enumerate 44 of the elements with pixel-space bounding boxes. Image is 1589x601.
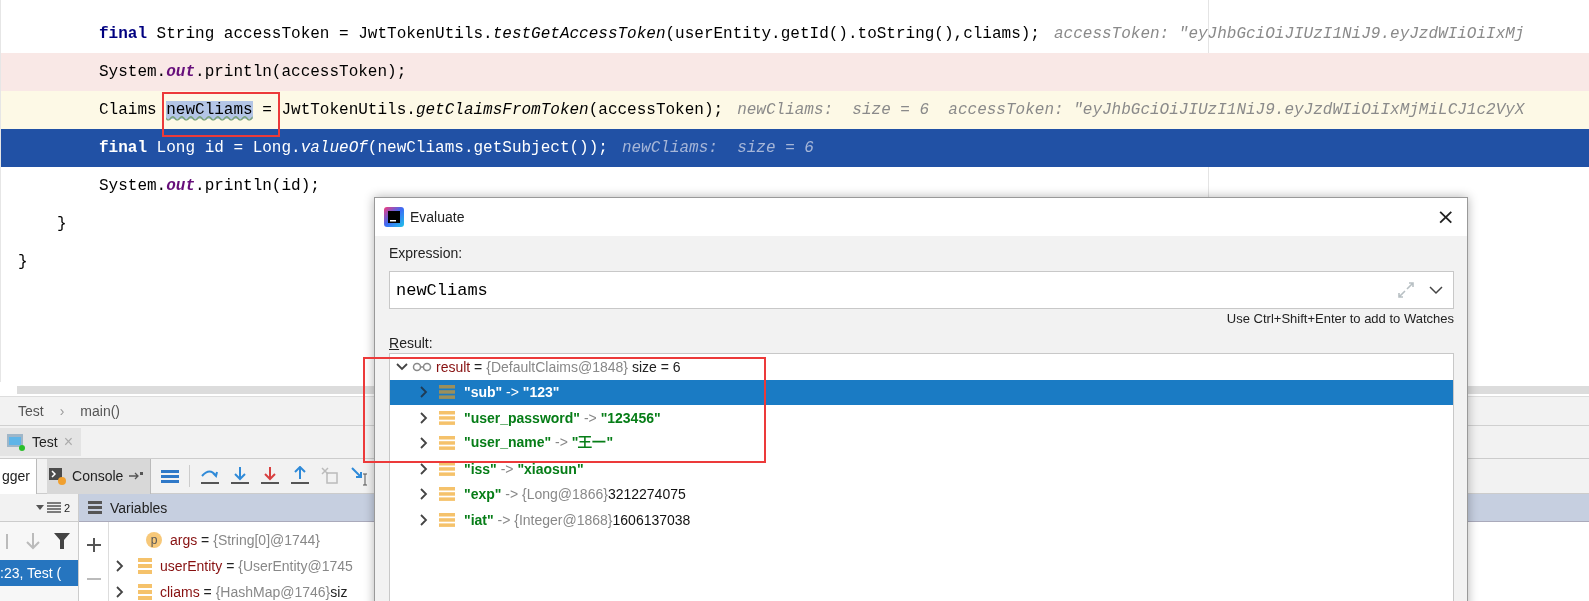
field-label: Expression: bbox=[389, 245, 464, 261]
code-line: Claims newCliams = JwtTokenUtils.getClaimsFromToken(accessToken); bbox=[99, 101, 724, 119]
code-line: System.out.println(accessToken); bbox=[99, 63, 407, 81]
tree-item-label: "exp" -> {Long@1866}3212274075 bbox=[464, 486, 686, 503]
variable-label: userEntity = {UserEntity@1745 bbox=[160, 558, 353, 574]
tree-row[interactable]: "user_name" -> "王一" bbox=[390, 430, 1453, 456]
variable-label: args = {String[0]@1744} bbox=[170, 532, 321, 548]
tree-row[interactable]: "user_password" -> "123456" bbox=[390, 405, 1453, 431]
result-label: Result: bbox=[389, 335, 434, 351]
tree-item-label: "user_name" -> "王一" bbox=[464, 434, 614, 453]
parameter-badge: p bbox=[146, 532, 162, 548]
code-line: System.out.println(id); bbox=[99, 177, 320, 195]
code-line: final Long id = Long.valueOf(newCliams.getSubject()); bbox=[99, 139, 608, 157]
inline-value-hint: newCliams: size = 6 accessToken: "eyJhbGciOiJIUzI1NiJ9.eyJzdWIiOiIxMjMiLCJ1c2VyX bbox=[737, 101, 1525, 119]
thread-count: 2 bbox=[63, 501, 70, 514]
code-line: final String accessToken = JwtTokenUtils.testGetAccessToken(userEntity.getId().toString(),cliams); bbox=[99, 25, 1040, 43]
inline-value-hint: newCliams: size = 6 bbox=[621, 139, 814, 157]
panel-title: Variables bbox=[110, 499, 168, 516]
debug-tab[interactable]: Console bbox=[47, 458, 152, 494]
expression-field[interactable]: newCliams bbox=[389, 271, 1454, 309]
close-button[interactable]: × bbox=[1432, 206, 1459, 228]
variable-label: cliams = {HashMap@1746}siz bbox=[160, 584, 348, 600]
tree-item-label: "user_password" -> "123456" bbox=[464, 409, 661, 426]
run-tab[interactable]: Test × bbox=[0, 428, 82, 456]
dialog-title: Evaluate bbox=[410, 209, 465, 225]
tree-item-label: "sub" -> "123" bbox=[464, 384, 560, 401]
tree-item-label: "iat" -> {Integer@1868}1606137038 bbox=[464, 511, 691, 528]
tree-row[interactable]: "sub" -> "123" bbox=[390, 379, 1453, 405]
code-line: } bbox=[18, 253, 28, 271]
shortcut-hint: Use Ctrl+Shift+Enter to add to Watches bbox=[1225, 311, 1454, 326]
breadcrumb-separator: › bbox=[59, 403, 65, 419]
tree-item-label: "iss" -> "xiaosun" bbox=[464, 460, 584, 477]
stack-frame[interactable]: :23, Test ( bbox=[0, 560, 78, 586]
breadcrumb-item[interactable]: main() bbox=[80, 403, 121, 419]
debug-tab[interactable]: gger bbox=[0, 458, 38, 494]
inline-value-hint: accessToken: "eyJhbGciOiJIUzI1NiJ9.eyJzdWIiOiIxMj bbox=[1053, 25, 1525, 43]
breadcrumb-item[interactable]: Test bbox=[18, 403, 44, 419]
code-line: } bbox=[57, 215, 67, 233]
tree-row[interactable]: "exp" -> {Long@1866}3212274075 bbox=[390, 481, 1453, 507]
tree-item-label: result = {DefaultClaims@1848} size = 6 bbox=[436, 358, 681, 375]
tree-row[interactable]: "iat" -> {Integer@1868}1606137038 bbox=[390, 507, 1453, 533]
tree-row[interactable]: result = {DefaultClaims@1848} size = 6 bbox=[390, 354, 1453, 380]
tree-row[interactable]: "iss" -> "xiaosun" bbox=[390, 456, 1453, 482]
expression-input[interactable]: newCliams bbox=[396, 280, 1383, 300]
